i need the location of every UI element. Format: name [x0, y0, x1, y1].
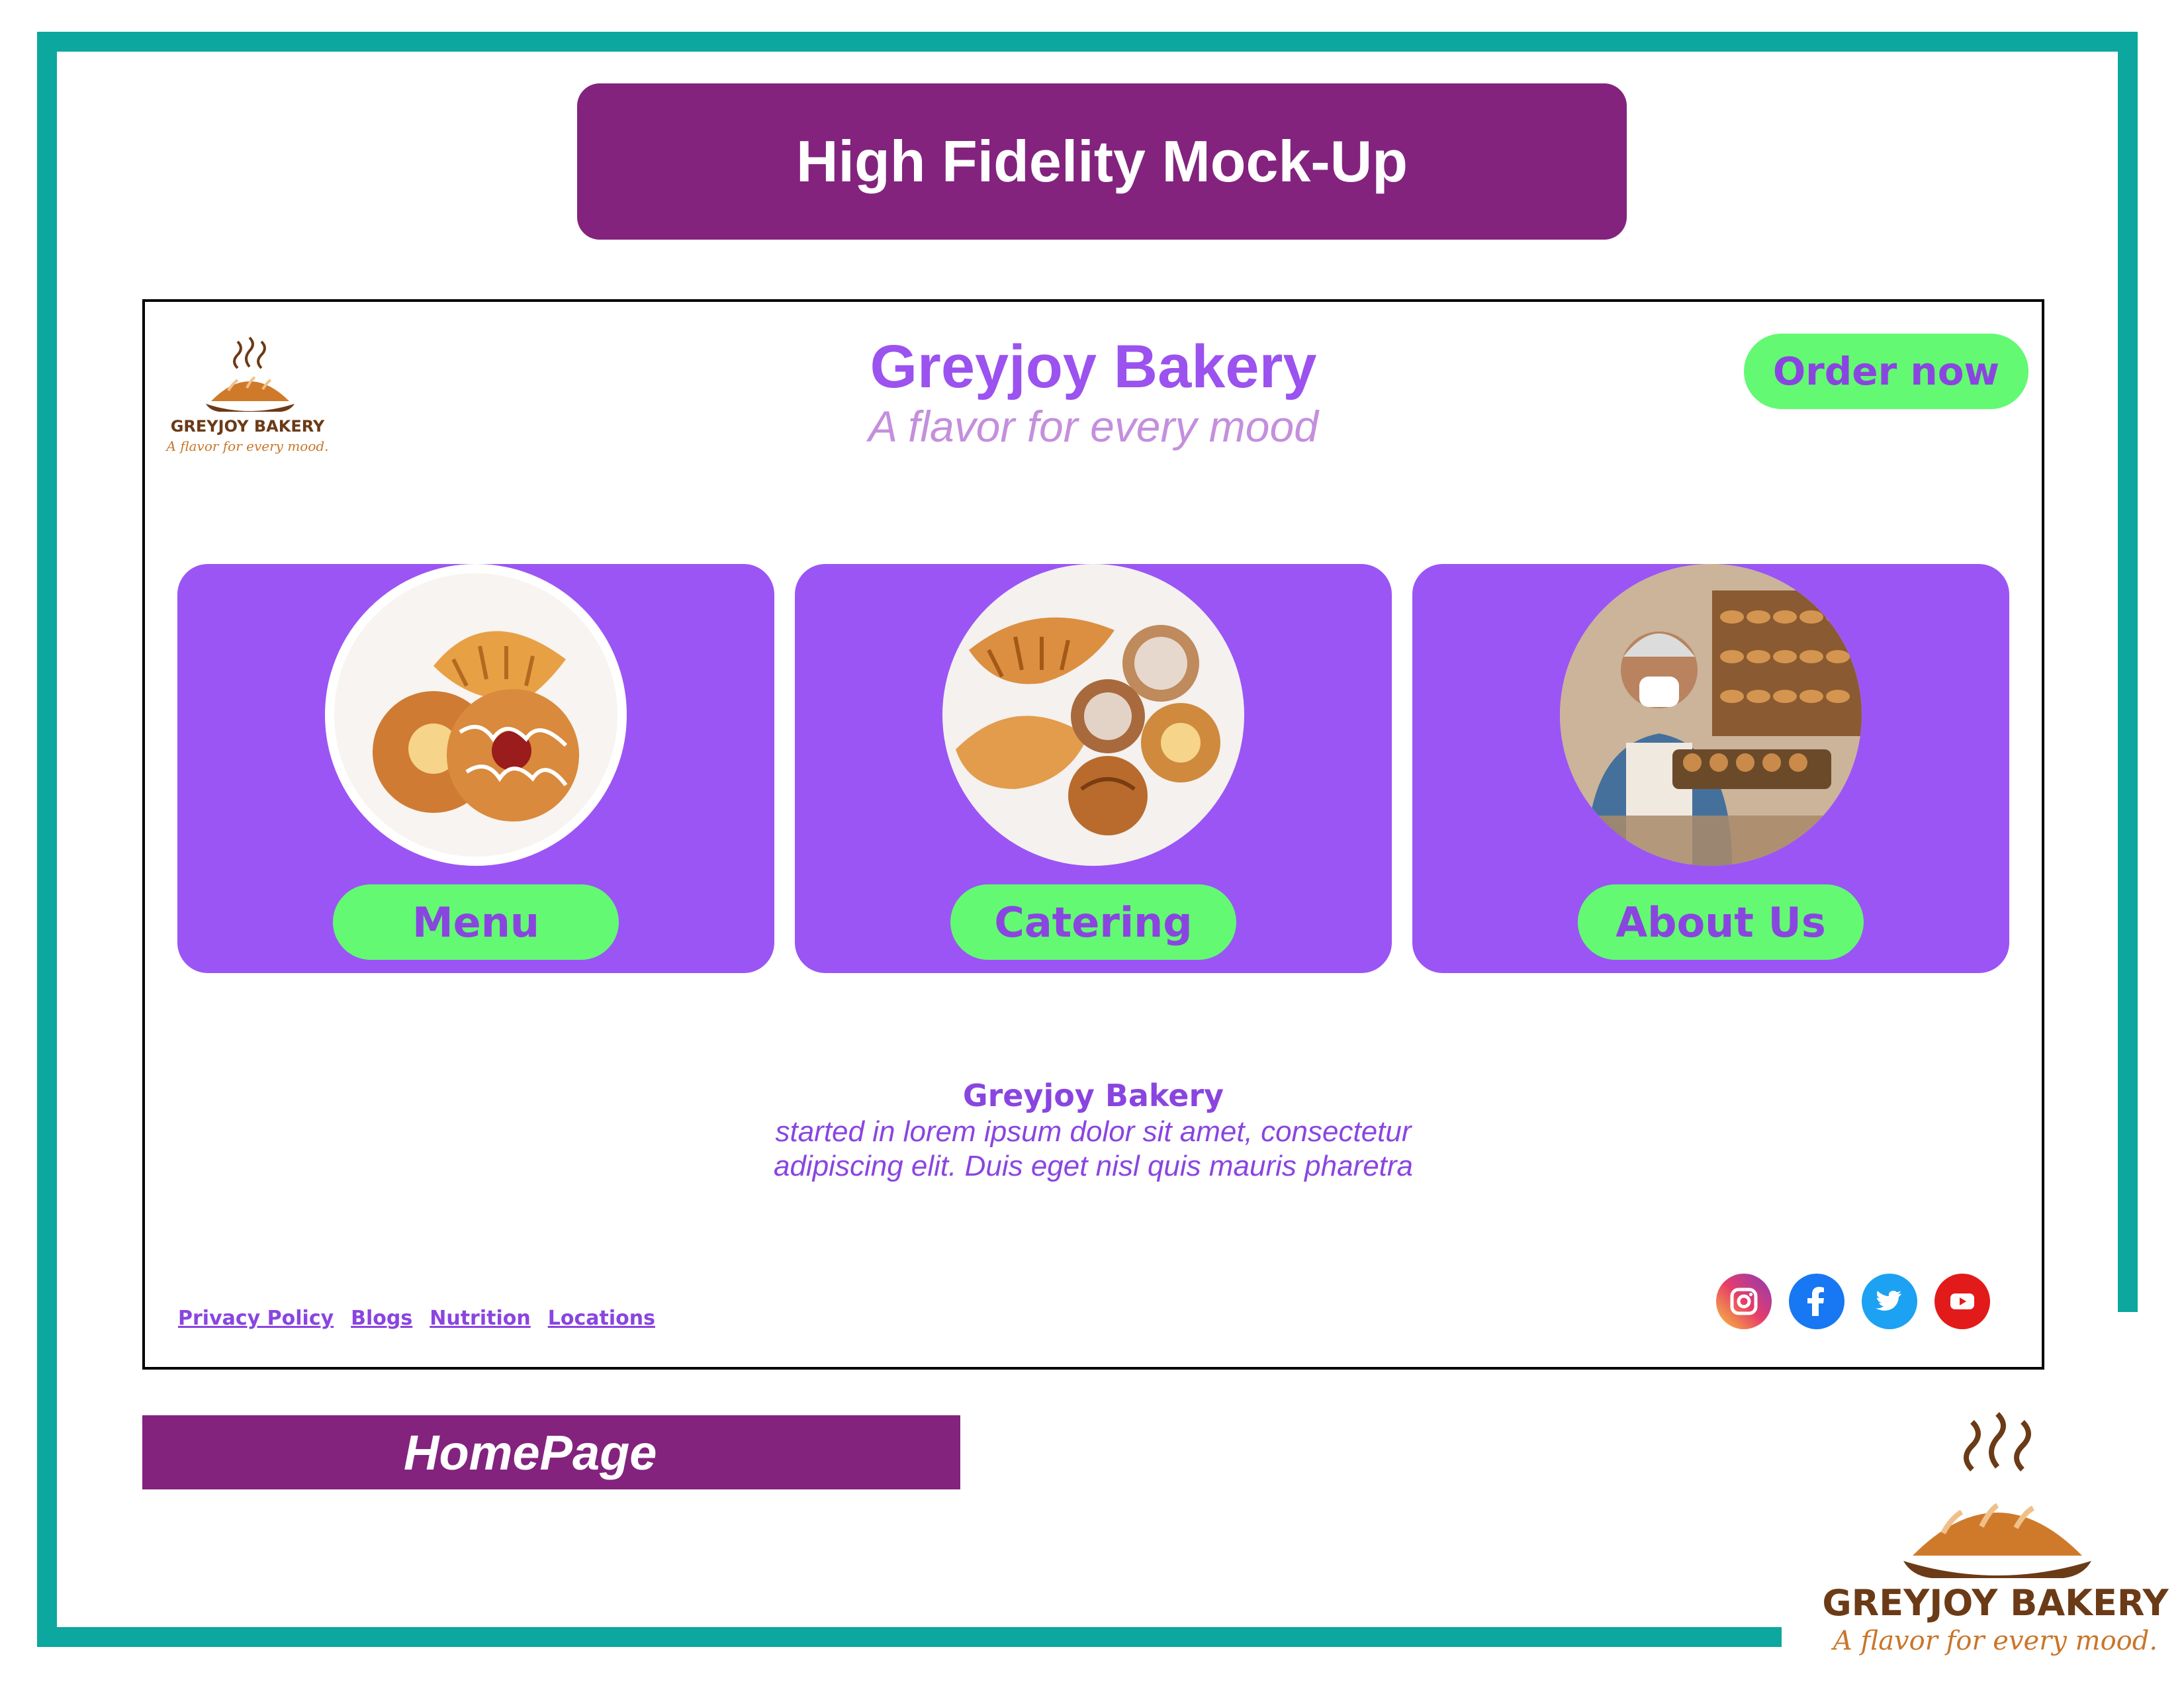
facebook-icon[interactable] [1789, 1274, 1844, 1329]
pastries-image [373, 631, 579, 821]
baker-image [1560, 564, 1862, 866]
border-right [2118, 32, 2138, 1312]
corner-logo-name: GREYJOY BAKERY [1822, 1582, 2169, 1624]
about-heading: Greyjoy Bakery [962, 1078, 1224, 1113]
footer-link-blogs[interactable]: Blogs [351, 1307, 412, 1330]
page-label: HomePage [404, 1425, 657, 1480]
catering-card[interactable]: Catering [795, 564, 1392, 973]
corner-bakery-logo-icon [1903, 1412, 2091, 1578]
about-text-line-2: adipiscing elit. Duis eget nisl quis mau… [773, 1150, 1414, 1182]
slide-title: High Fidelity Mock-Up [796, 128, 1408, 194]
border-left [37, 32, 57, 1647]
footer-link-privacy-policy[interactable]: Privacy Policy [178, 1307, 334, 1330]
youtube-icon[interactable] [1934, 1274, 1990, 1329]
about-card[interactable]: About Us [1412, 564, 2009, 973]
baker-photo [1560, 564, 1862, 866]
mockup-frame: GREYJOY BAKERY A flavor for every mood. … [142, 299, 2044, 1370]
slide-title-banner: High Fidelity Mock-Up [577, 83, 1627, 240]
pastries-photo [325, 564, 627, 866]
order-now-button[interactable]: Order now [1744, 334, 2028, 409]
footer-link-locations[interactable]: Locations [548, 1307, 655, 1330]
catering-button[interactable]: Catering [950, 884, 1236, 960]
instagram-icon[interactable] [1716, 1274, 1772, 1329]
pastry-platter-photo [942, 564, 1244, 866]
corner-logo: GREYJOY BAKERY A flavor for every mood. [1807, 1397, 2184, 1675]
footer-links: Privacy Policy Blogs Nutrition Locations [178, 1307, 655, 1330]
page-label-banner: HomePage [142, 1415, 960, 1489]
border-bottom [37, 1627, 1782, 1647]
corner-logo-tagline: A flavor for every mood. [1833, 1626, 2158, 1656]
pastry-platter-image [956, 617, 1220, 835]
site-tagline: A flavor for every mood [868, 402, 1318, 451]
about-text: started in lorem ipsum dolor sit amet, c… [145, 1115, 2042, 1184]
footer-link-nutrition[interactable]: Nutrition [430, 1307, 530, 1330]
border-top [37, 32, 2138, 52]
about-us-button[interactable]: About Us [1578, 884, 1864, 960]
menu-card[interactable]: Menu [177, 564, 774, 973]
twitter-icon[interactable] [1862, 1274, 1917, 1329]
about-text-line-1: started in lorem ipsum dolor sit amet, c… [775, 1115, 1412, 1148]
menu-button[interactable]: Menu [333, 884, 619, 960]
